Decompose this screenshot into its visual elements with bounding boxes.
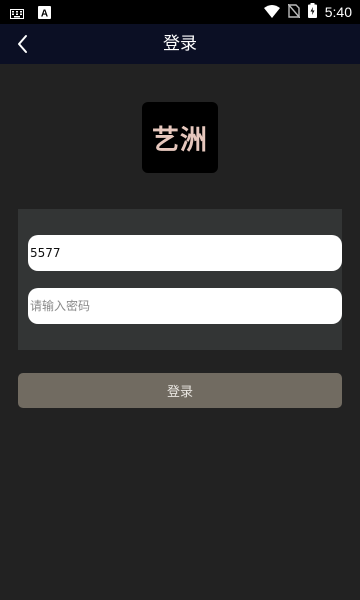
battery-charging-icon — [307, 2, 317, 22]
username-input[interactable] — [30, 246, 342, 260]
login-form — [18, 209, 342, 350]
no-sim-icon — [287, 3, 301, 22]
app-a-icon: A — [38, 4, 51, 23]
password-input[interactable] — [30, 299, 342, 313]
page-title: 登录 — [163, 34, 197, 54]
nav-bar: 登录 — [0, 24, 360, 64]
username-field-container — [28, 235, 342, 271]
app-a-letter: A — [41, 9, 48, 20]
login-button[interactable]: 登录 — [18, 373, 342, 408]
app-logo: 艺洲 — [142, 102, 218, 173]
wifi-icon — [263, 3, 280, 22]
status-bar: A 5:40 — [0, 0, 360, 24]
logo-text: 艺洲 — [152, 125, 208, 156]
password-field-container — [28, 288, 342, 324]
clock: 5:40 — [324, 4, 352, 20]
keyboard-icon — [10, 4, 24, 23]
